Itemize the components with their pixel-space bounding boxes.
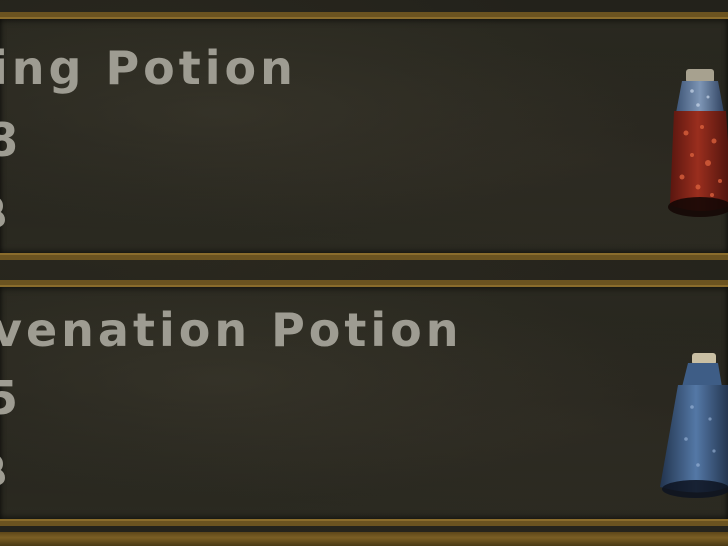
item-name: ing Potion — [0, 41, 297, 95]
item-stat-secondary — [0, 443, 6, 497]
partial-digit-glyph — [0, 199, 6, 227]
list-item-rejuvenation-potion[interactable]: venation Potion 5 — [0, 280, 728, 526]
list-item-healing-potion[interactable]: ing Potion 8 — [0, 12, 728, 260]
red-potion-icon — [668, 69, 728, 217]
partial-digit-glyph — [0, 457, 6, 485]
item-stat-secondary — [0, 185, 6, 239]
inventory-list: ing Potion 8 venation Potion 5 — [0, 0, 728, 546]
item-stat-primary: 8 — [0, 113, 19, 167]
item-name: venation Potion — [0, 303, 463, 357]
item-stat-primary: 5 — [0, 371, 19, 425]
frame-border — [0, 532, 728, 546]
blue-potion-icon — [660, 353, 728, 498]
